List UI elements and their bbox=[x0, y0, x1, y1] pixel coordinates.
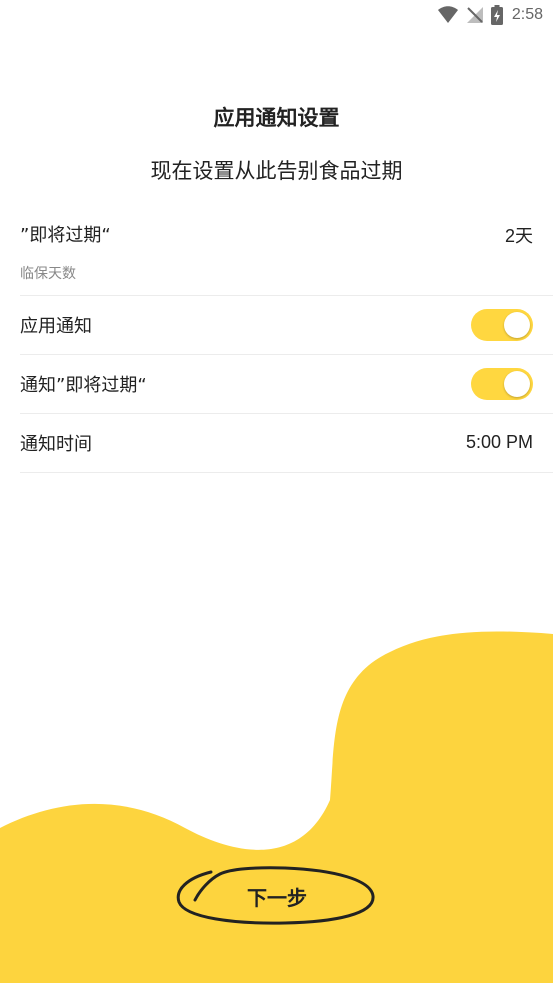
expiry-days-row[interactable]: ”即将过期“ 临保天数 2天 bbox=[20, 203, 553, 296]
expiry-days-value[interactable]: 2天 bbox=[505, 222, 533, 248]
battery-charging-icon bbox=[490, 5, 503, 25]
notify-expiring-label: 通知”即将过期“ bbox=[20, 375, 147, 396]
notify-time-row[interactable]: 通知时间 5:00 PM bbox=[20, 414, 553, 473]
screen: 2:58 应用通知设置 现在设置从此告别食品过期 ”即将过期“ 临保天数 2天 … bbox=[0, 0, 553, 983]
next-button-label: 下一步 bbox=[247, 886, 307, 910]
status-bar: 2:58 bbox=[0, 0, 553, 30]
app-notification-toggle[interactable] bbox=[471, 309, 533, 341]
notify-expiring-toggle[interactable] bbox=[471, 368, 533, 400]
toggle-knob bbox=[504, 371, 530, 397]
toggle-knob bbox=[504, 312, 530, 338]
page-title: 应用通知设置 bbox=[213, 106, 340, 130]
notify-expiring-row: 通知”即将过期“ bbox=[20, 355, 553, 414]
app-notification-row: 应用通知 bbox=[20, 296, 553, 355]
no-signal-icon bbox=[466, 6, 484, 24]
wifi-icon bbox=[437, 6, 459, 24]
settings-list: ”即将过期“ 临保天数 2天 应用通知 通知”即将过期“ 通知时间 5:00 P… bbox=[20, 203, 553, 473]
expiry-days-sublabel: 临保天数 bbox=[20, 266, 76, 282]
bottom-wave-decoration bbox=[0, 631, 553, 983]
expiry-days-label: ”即将过期“ bbox=[20, 225, 111, 246]
page-subtitle: 现在设置从此告别食品过期 bbox=[150, 159, 403, 183]
app-notification-label: 应用通知 bbox=[20, 316, 92, 337]
next-button[interactable]: 下一步 bbox=[175, 862, 379, 928]
notify-time-value[interactable]: 5:00 PM bbox=[466, 432, 533, 453]
notify-time-label: 通知时间 bbox=[20, 434, 92, 455]
status-time: 2:58 bbox=[511, 6, 543, 23]
